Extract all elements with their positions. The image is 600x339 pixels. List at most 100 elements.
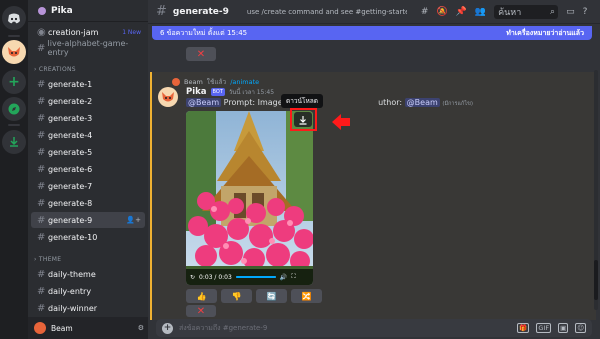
- regenerate-button[interactable]: 🔄: [256, 289, 287, 303]
- channel-label: generate-1: [48, 79, 93, 89]
- fullscreen-icon[interactable]: ⛶: [291, 273, 295, 281]
- message-input[interactable]: ส่งข้อความถึง #generate-9: [179, 323, 267, 334]
- channel-generate-10[interactable]: # generate-10: [31, 229, 145, 245]
- user-panel: Beam ⚙: [28, 317, 148, 339]
- video-time: 0:03 / 0:03: [199, 273, 232, 281]
- pika-server-icon[interactable]: [2, 40, 26, 64]
- mention[interactable]: @Beam: [404, 98, 440, 107]
- author-name[interactable]: Pika: [186, 87, 207, 97]
- hash-icon: #: [37, 163, 46, 175]
- pin-icon[interactable]: 📌: [456, 7, 467, 17]
- server-name: Pika: [51, 5, 73, 16]
- hash-icon: #: [37, 180, 46, 192]
- search-input[interactable]: ค้นหา ⌕: [494, 4, 559, 19]
- annotation-arrow-icon: [332, 114, 350, 130]
- message-scrollbar[interactable]: [594, 70, 598, 310]
- help-icon[interactable]: ?: [583, 7, 588, 17]
- video-progress-bar[interactable]: [235, 276, 276, 278]
- author-suffix: uthor:: [378, 98, 405, 107]
- channel-generate-4[interactable]: # generate-4: [31, 127, 145, 143]
- mark-as-read-button[interactable]: ทำเครื่องหมายว่าอ่านแล้ว: [506, 28, 584, 39]
- hash-icon: #: [156, 4, 167, 19]
- channel-topic[interactable]: use /create command and see #getting-sta…: [247, 8, 407, 16]
- reply-command[interactable]: /animate: [230, 78, 259, 86]
- thumbs-up-button[interactable]: 👍: [186, 289, 217, 303]
- add-attachment-icon[interactable]: +: [162, 322, 173, 334]
- search-placeholder: ค้นหา: [498, 7, 522, 18]
- repeat-icon: 🔄: [266, 291, 277, 301]
- channel-generate-3[interactable]: # generate-3: [31, 110, 145, 126]
- hash-icon: #: [37, 231, 46, 243]
- video-progress-fill: [235, 276, 276, 278]
- gift-icon[interactable]: 🎁: [517, 323, 530, 333]
- bell-mute-icon[interactable]: 🔕: [436, 7, 447, 17]
- channel-daily-winner[interactable]: # daily-winner: [31, 300, 145, 316]
- category-theme[interactable]: › THEME: [34, 256, 61, 263]
- message-content: @Beam Prompt: Image: 1 A uthor: @Beam (ม…: [186, 98, 473, 108]
- member-list-icon[interactable]: 👥: [475, 7, 486, 17]
- shuffle-button[interactable]: 🔀: [291, 289, 322, 303]
- channel-generate-2[interactable]: # generate-2: [31, 93, 145, 109]
- download-apps-icon[interactable]: [2, 130, 26, 154]
- channel-daily-theme[interactable]: # daily-theme: [31, 266, 145, 282]
- download-tooltip: ดาวน์โหลด: [281, 94, 323, 108]
- action-button-row: 👍 👎 🔄 🔀: [186, 289, 322, 303]
- channel-daily-entry[interactable]: # daily-entry: [31, 283, 145, 299]
- channel-creation-jam[interactable]: ◉ creation-jam 1 New: [31, 24, 145, 40]
- avatar[interactable]: [158, 87, 178, 107]
- server-rail: +: [0, 0, 28, 339]
- thread-icon: ◉: [37, 26, 46, 38]
- hash-icon: #: [37, 95, 46, 107]
- category-creations[interactable]: › CREATIONS: [34, 66, 76, 73]
- replay-icon[interactable]: ↻: [190, 274, 195, 281]
- message-composer[interactable]: + ส่งข้อความถึง #generate-9 🎁 GIF ▣ ☺: [156, 319, 592, 337]
- channel-generate-9[interactable]: # generate-9 👤+: [31, 212, 145, 228]
- channel-label: daily-theme: [48, 269, 96, 279]
- inbox-icon[interactable]: ▭: [566, 7, 575, 17]
- channel-label: generate-4: [48, 130, 93, 140]
- channel-generate-1[interactable]: # generate-1: [31, 76, 145, 92]
- hash-icon: #: [37, 214, 46, 226]
- rail-separator: [8, 124, 20, 126]
- avatar: [172, 78, 180, 86]
- channel-sidebar: Pika ◉ creation-jam 1 New # live-alphabe…: [28, 0, 148, 339]
- hash-icon: #: [37, 302, 46, 314]
- channel-generate-6[interactable]: # generate-6: [31, 161, 145, 177]
- avatar[interactable]: [34, 322, 46, 334]
- explore-compass-icon[interactable]: [2, 97, 26, 121]
- cancel-button[interactable]: ✕: [186, 47, 216, 61]
- channel-generate-8[interactable]: # generate-8: [31, 195, 145, 211]
- channel-generate-5[interactable]: # generate-5: [31, 144, 145, 160]
- channel-label: generate-6: [48, 164, 93, 174]
- server-header[interactable]: Pika: [28, 0, 148, 22]
- settings-gear-icon[interactable]: ⚙: [138, 324, 144, 332]
- message-header: Pika BOT วันนี้ เวลา 15:45: [186, 87, 274, 97]
- cancel-button[interactable]: ✕: [186, 305, 216, 317]
- volume-icon[interactable]: 🔊: [280, 274, 287, 281]
- channel-label: generate-5: [48, 147, 93, 157]
- gif-button[interactable]: GIF: [536, 323, 552, 333]
- channel-generate-7[interactable]: # generate-7: [31, 178, 145, 194]
- hash-icon: #: [37, 78, 46, 90]
- channel-label: daily-entry: [48, 286, 92, 296]
- discord-window: + Pika ◉ creation-jam 1 New # live-alpha…: [0, 0, 600, 339]
- channel-live-alphabet-game-entry[interactable]: # live-alphabet-game-entry: [31, 39, 145, 57]
- sticker-icon[interactable]: ▣: [558, 323, 569, 333]
- scrollbar-thumb[interactable]: [594, 260, 598, 300]
- mention[interactable]: @Beam: [186, 98, 222, 107]
- emoji-icon[interactable]: ☺: [575, 323, 586, 333]
- annotation-highlight-box: [290, 108, 317, 131]
- hash-icon: #: [37, 268, 46, 280]
- video-attachment[interactable]: ↻ 0:03 / 0:03 🔊 ⛶: [186, 111, 313, 285]
- threads-icon[interactable]: #: [421, 7, 429, 17]
- channel-label: live-alphabet-game-entry: [47, 39, 129, 57]
- thumbs-down-button[interactable]: 👎: [221, 289, 252, 303]
- channel-header: # generate-9 use /create command and see…: [148, 0, 600, 24]
- reply-user[interactable]: Beam: [184, 78, 203, 86]
- add-member-icon[interactable]: 👤+: [126, 216, 141, 224]
- thumbs-down-icon: 👎: [231, 291, 242, 301]
- add-server-icon[interactable]: +: [2, 70, 26, 94]
- temple-flowers-image: [186, 111, 313, 285]
- new-messages-banner[interactable]: 6 ข้อความใหม่ ตั้งแต่ 15:45 ทำเครื่องหมา…: [152, 26, 592, 40]
- discord-home-icon[interactable]: [2, 6, 26, 30]
